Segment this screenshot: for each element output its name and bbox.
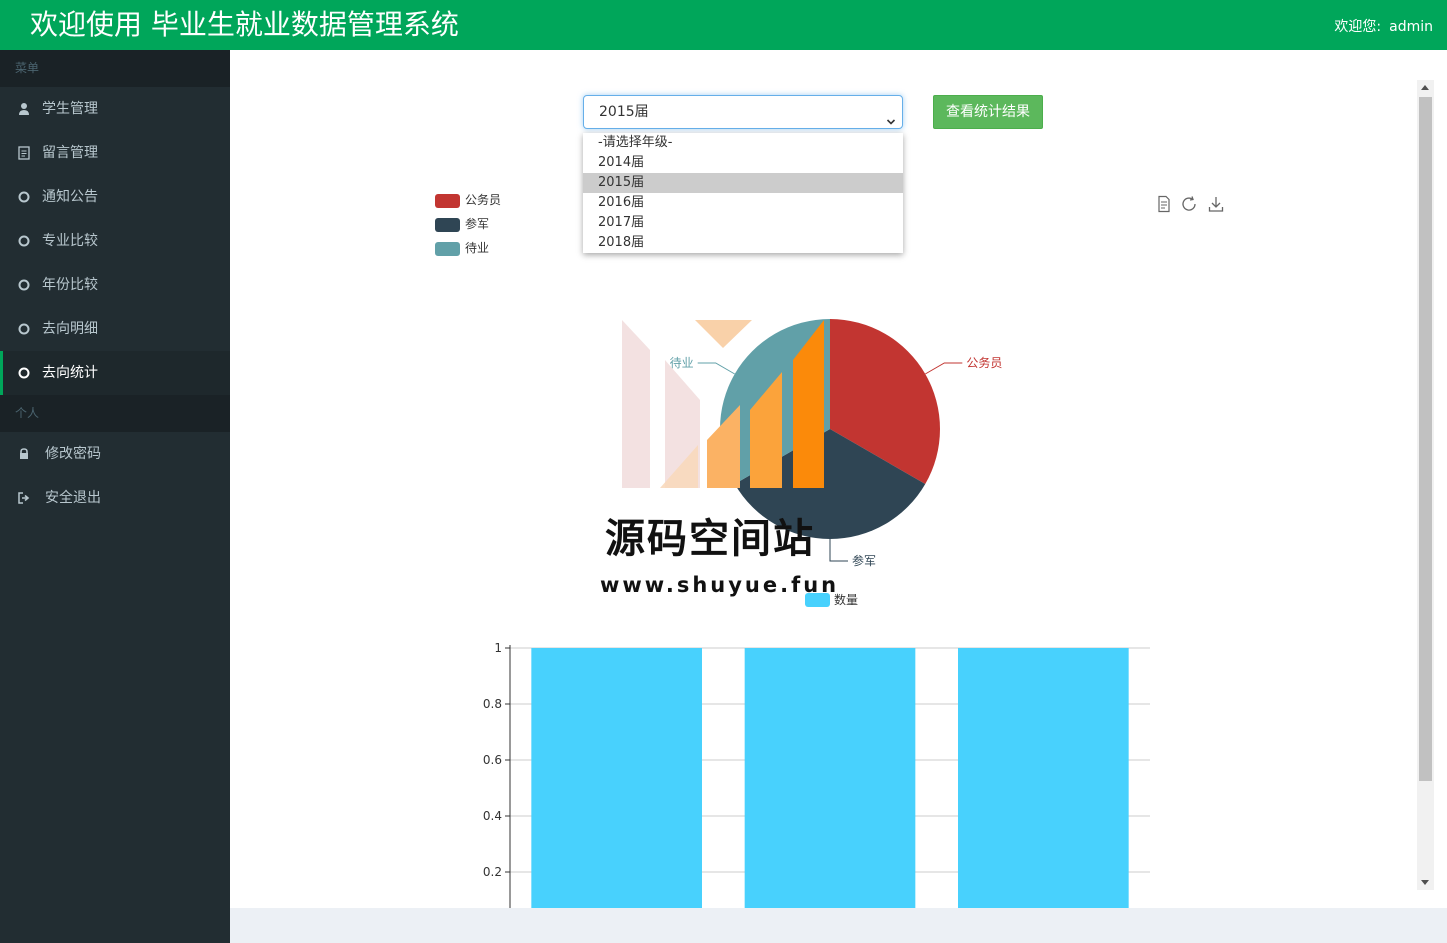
sidebar-item-label: 专业比较 [42,233,98,249]
sidebar-section-personal: 个人 [0,395,230,432]
sidebar-item-major-compare[interactable]: 专业比较 [0,219,230,263]
year-select[interactable]: 2015届 [583,95,903,129]
logout-icon [17,491,31,505]
sidebar-item-label: 通知公告 [42,189,98,205]
sidebar-item-change-password[interactable]: 修改密码 [0,432,230,476]
sidebar-item-label: 留言管理 [42,145,98,161]
sidebar-item-label: 去向明细 [42,321,98,337]
year-option[interactable]: 2014届 [583,153,903,173]
bar-legend-swatch [805,593,830,607]
legend-label: 参军 [465,217,490,231]
download-icon[interactable] [1207,195,1225,213]
sidebar-item-year-compare[interactable]: 年份比较 [0,263,230,307]
legend-swatch [435,194,460,208]
restore-icon[interactable] [1180,195,1198,213]
top-header: 欢迎使用 毕业生就业数据管理系统 欢迎您: admin [0,0,1447,50]
legend-item-civil-servant[interactable]: 公务员 [435,190,501,214]
bar-y-tick-label: 1 [494,641,502,655]
welcome-area: 欢迎您: admin [1334,16,1433,36]
sidebar-item-destination-detail[interactable]: 去向明细 [0,307,230,351]
year-dropdown-list: -请选择年级- 2014届 2015届 2016届 2017届 2018届 [583,133,903,253]
watermark: 源码空间站 www.shuyue.fun [600,320,870,620]
circle-icon [17,278,31,292]
legend-item-military[interactable]: 参军 [435,214,501,238]
chevron-down-icon [886,107,896,125]
watermark-text: 源码空间站 [605,516,815,562]
sidebar-item-label: 学生管理 [42,101,98,117]
year-option[interactable]: 2017届 [583,213,903,233]
scroll-down-icon[interactable] [1421,880,1429,885]
query-stats-button[interactable]: 查看统计结果 [933,95,1043,129]
legend-label: 公务员 [465,193,502,207]
main-content: 2015届 -请选择年级- 2014届 2015届 2016届 2017届 20… [230,50,1447,908]
sidebar: 菜单 学生管理 留言管理 通知公告 专业比较 年份比较 去向明细 去向统计 个人… [0,50,230,943]
sidebar-section-menu: 菜单 [0,50,230,87]
bar-rect[interactable] [958,648,1129,908]
welcome-label: 欢迎您: [1334,19,1382,35]
sidebar-item-notice[interactable]: 通知公告 [0,175,230,219]
circle-icon [17,190,31,204]
bar-chart: 数量 0.2 0.4 0.6 0.8 1 [483,592,1150,908]
sidebar-item-student-management[interactable]: 学生管理 [0,87,230,131]
circle-icon [17,322,31,336]
bar-legend-label[interactable]: 数量 [834,592,858,607]
sidebar-item-label: 年份比较 [42,277,98,293]
scroll-up-icon[interactable] [1421,85,1429,90]
data-view-icon[interactable] [1155,195,1173,213]
year-select-value: 2015届 [599,104,649,120]
legend-swatch [435,218,460,232]
bar-y-tick-label: 0.8 [483,697,502,711]
sidebar-item-label: 去向统计 [42,365,98,381]
sidebar-item-label: 修改密码 [45,446,101,462]
bar-y-tick-label: 0.2 [483,865,502,879]
circle-icon [17,366,31,380]
content-scrollbar[interactable] [1417,80,1434,890]
year-option-selected[interactable]: 2015届 [583,173,903,193]
year-option[interactable]: -请选择年级- [583,133,903,153]
sidebar-item-logout[interactable]: 安全退出 [0,476,230,520]
lock-icon [17,447,31,461]
circle-icon [17,234,31,248]
chart-toolbox [1155,195,1225,215]
username-link[interactable]: admin [1389,19,1433,35]
bar-rect[interactable] [744,648,916,908]
bar-rect[interactable] [531,648,702,908]
sidebar-item-destination-stats[interactable]: 去向统计 [0,351,230,395]
pie-slice-label: 公务员 [966,355,1002,370]
sidebar-item-label: 安全退出 [45,490,101,506]
legend-swatch [435,242,460,256]
pie-label-line [925,362,963,375]
app-title: 欢迎使用 毕业生就业数据管理系统 [30,8,459,41]
document-icon [17,146,31,160]
bar-y-tick-label: 0.4 [483,809,502,823]
bar-y-tick-label: 0.6 [483,753,502,767]
watermark-logo-image [622,320,824,488]
user-icon [17,102,31,116]
scrollbar-thumb[interactable] [1419,97,1432,781]
sidebar-item-message-management[interactable]: 留言管理 [0,131,230,175]
year-option[interactable]: 2016届 [583,193,903,213]
footer-strip [230,908,1447,943]
